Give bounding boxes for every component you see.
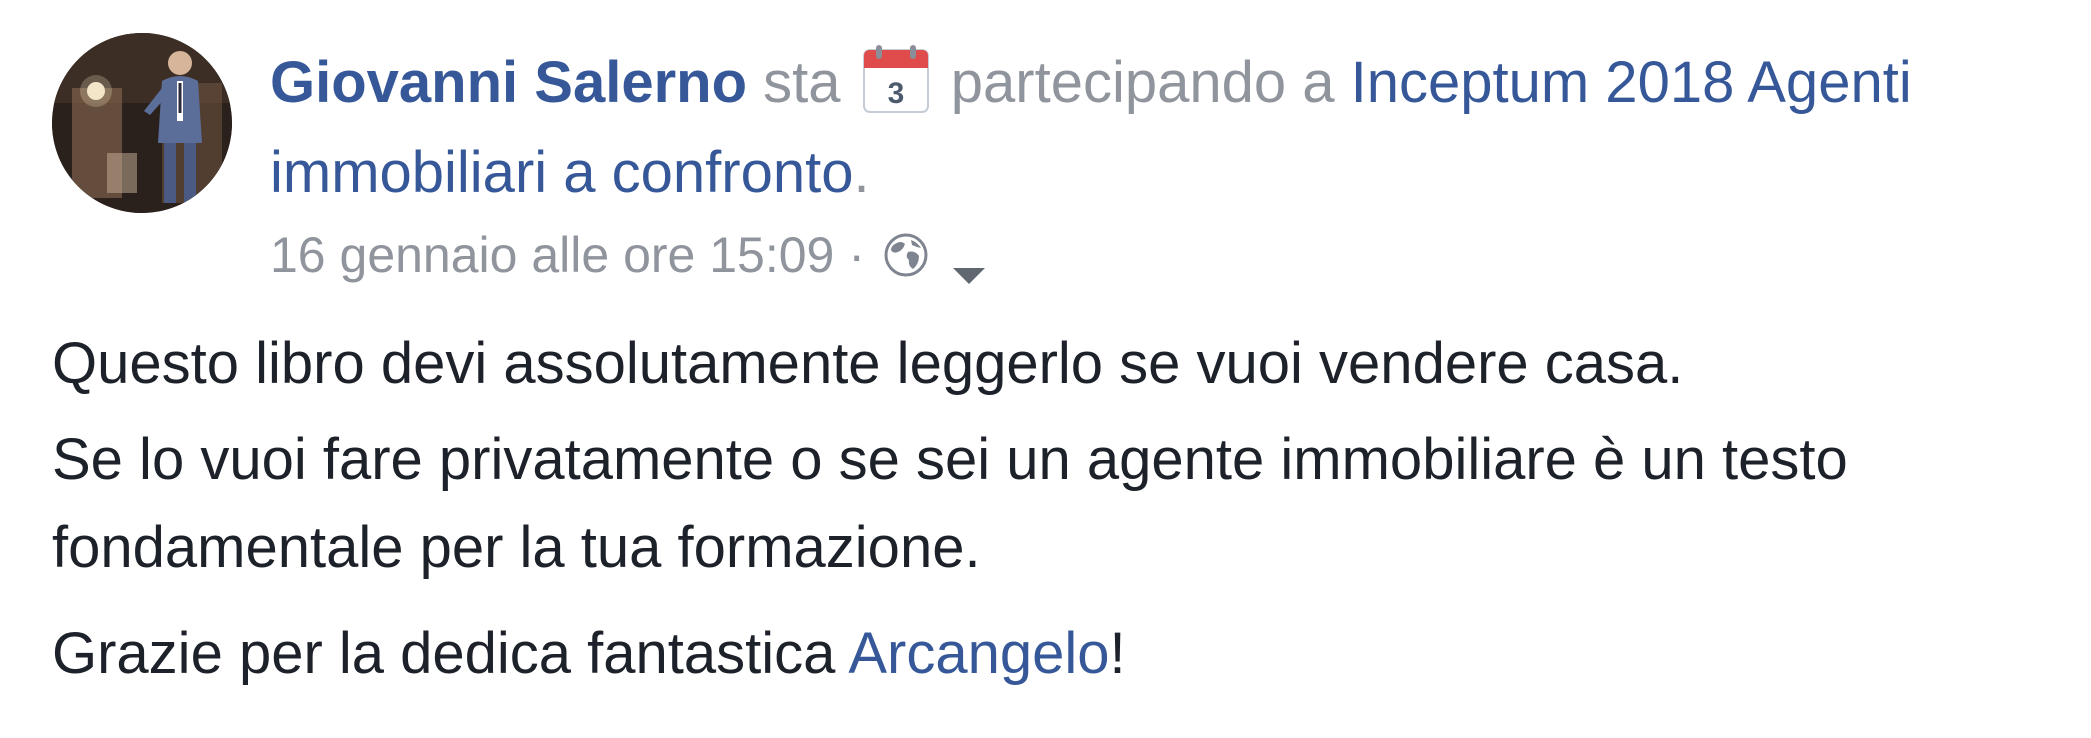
post-meta: 16 gennaio alle ore 15:09 · [270, 222, 989, 288]
meta-separator: · [848, 227, 866, 283]
post-header: Giovanni Salerno sta 3 partecipando a In… [270, 38, 2060, 218]
avatar-photo [52, 33, 232, 213]
post-paragraph: Questo libro devi assolutamente leggerlo… [52, 331, 1684, 396]
globe-icon[interactable] [881, 230, 931, 280]
calendar-day: 3 [887, 77, 904, 110]
feed-post: Giovanni Salerno sta 3 partecipando a In… [0, 0, 2091, 738]
activity-phrase: partecipando a [950, 50, 1335, 115]
timestamp-link[interactable]: 16 gennaio alle ore 15:09 [270, 222, 834, 288]
author-name-link[interactable]: Giovanni Salerno [270, 50, 747, 115]
paragraph-text: Grazie per la dedica fantastica [52, 621, 849, 686]
post-paragraph: Grazie per la dedica fantastica Arcangel… [52, 610, 2052, 698]
mention-link[interactable]: Arcangelo [848, 621, 1109, 686]
chevron-down-icon[interactable] [949, 240, 989, 284]
event-suffix: . [853, 140, 870, 205]
calendar-icon: 3 [861, 44, 931, 116]
post-paragraph: Se lo vuoi fare privatamente o se sei un… [52, 427, 1848, 580]
paragraph-text: ! [1109, 621, 1126, 686]
activity-verb: sta [763, 50, 841, 115]
avatar[interactable] [52, 33, 232, 213]
post-body: Questo libro devi assolutamente leggerlo… [52, 320, 2052, 716]
